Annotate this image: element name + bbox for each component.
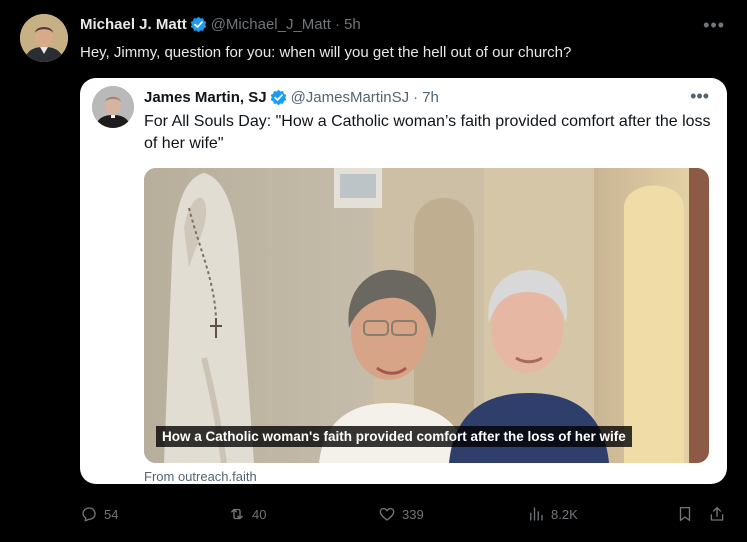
quoted-more-options-icon[interactable]: •••	[690, 86, 709, 107]
heart-icon	[379, 507, 395, 521]
photo-two-women-with-statue	[144, 168, 709, 463]
repost-button[interactable]: 40	[228, 505, 266, 523]
separator-dot: ·	[413, 88, 419, 106]
author-handle[interactable]: @Michael_J_Matt	[211, 16, 331, 33]
views-button[interactable]: 8.2K	[527, 505, 578, 523]
tweet-action-bar: 54 40 339 8.2K	[80, 505, 730, 525]
quoted-author-avatar[interactable]	[92, 86, 134, 128]
more-options-icon[interactable]: •••	[703, 15, 725, 36]
repost-count: 40	[252, 506, 267, 522]
analytics-icon	[530, 507, 543, 521]
separator-dot: ·	[334, 15, 340, 33]
media-caption: How a Catholic woman's faith provided co…	[156, 426, 632, 447]
author-name[interactable]: Michael J. Matt	[80, 16, 187, 33]
link-source[interactable]: From outreach.faith	[144, 469, 257, 484]
quoted-tweet-card[interactable]: James Martin, SJ @JamesMartinSJ · 7h •••…	[80, 78, 727, 484]
author-header: Michael J. Matt @Michael_J_Matt · 5h	[80, 14, 361, 34]
bookmark-icon	[679, 506, 691, 522]
verified-badge-icon	[270, 89, 286, 105]
verified-badge-icon	[190, 16, 206, 32]
view-count: 8.2K	[551, 506, 578, 522]
quoted-tweet-text: For All Souls Day: "How a Catholic woman…	[144, 113, 711, 152]
share-icon	[710, 506, 724, 521]
quoted-author-handle[interactable]: @JamesMartinSJ	[291, 89, 410, 106]
reply-count: 54	[104, 506, 119, 522]
quoted-author-header: James Martin, SJ @JamesMartinSJ · 7h	[144, 86, 439, 108]
reply-icon	[82, 507, 96, 522]
reply-button[interactable]: 54	[80, 505, 118, 523]
author-avatar[interactable]	[20, 14, 68, 62]
article-media-image[interactable]: How a Catholic woman's faith provided co…	[144, 168, 709, 463]
share-button[interactable]	[708, 505, 732, 523]
like-button[interactable]: 339	[378, 505, 424, 523]
like-count: 339	[402, 506, 424, 522]
quoted-tweet-timestamp[interactable]: 7h	[422, 89, 439, 106]
tweet-text: Hey, Jimmy, question for you: when will …	[80, 44, 572, 61]
quoted-author-name[interactable]: James Martin, SJ	[144, 89, 267, 106]
repost-icon	[231, 508, 243, 520]
bookmark-button[interactable]	[676, 505, 700, 523]
tweet-timestamp[interactable]: 5h	[344, 16, 361, 33]
